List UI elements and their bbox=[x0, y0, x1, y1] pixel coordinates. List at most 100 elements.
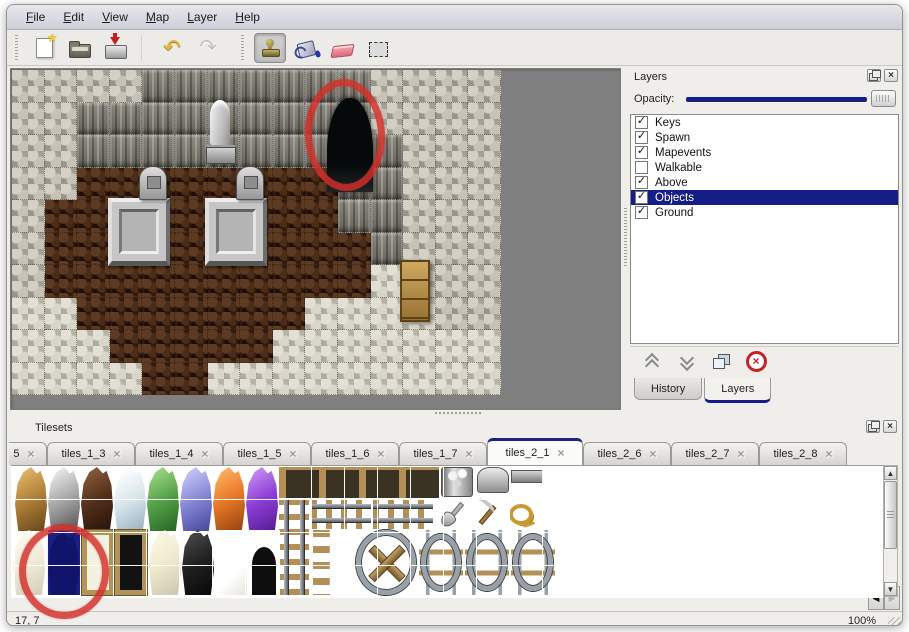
map-tile[interactable] bbox=[371, 233, 404, 266]
tileset-tab-tiles_1_7[interactable]: tiles_1_7× bbox=[399, 442, 487, 465]
map-tile[interactable] bbox=[110, 135, 143, 168]
fill-button[interactable] bbox=[290, 33, 322, 63]
map-tile[interactable] bbox=[436, 168, 469, 201]
tileset-tile-dark-brown-rock[interactable] bbox=[81, 467, 113, 531]
map-tile[interactable] bbox=[77, 70, 110, 103]
map-tile[interactable] bbox=[110, 70, 143, 103]
map-tile[interactable] bbox=[403, 135, 436, 168]
map-tile[interactable] bbox=[45, 233, 78, 266]
menu-edit[interactable]: Edit bbox=[54, 7, 93, 27]
tileset-tile-skull-pillar[interactable] bbox=[441, 467, 473, 497]
layer-row-mapevents[interactable]: Mapevents bbox=[631, 145, 898, 160]
tileset-tile-green-crystal[interactable] bbox=[147, 467, 179, 531]
map-tile[interactable] bbox=[175, 168, 208, 201]
map-tile[interactable] bbox=[45, 135, 78, 168]
map-tile[interactable] bbox=[12, 265, 45, 298]
tileset-tab-tiles_1_5[interactable]: tiles_1_5× bbox=[223, 442, 311, 465]
scroll-up-button[interactable]: ▲ bbox=[884, 466, 897, 480]
dock-tab-history[interactable]: History bbox=[634, 378, 702, 400]
tileset-tab-tiles_1_6[interactable]: tiles_1_6× bbox=[311, 442, 399, 465]
layer-row-above[interactable]: Above bbox=[631, 175, 898, 190]
map-tile[interactable] bbox=[45, 200, 78, 233]
map-tile[interactable] bbox=[77, 330, 110, 363]
tileset-tile-rail-ties[interactable] bbox=[313, 530, 353, 595]
tab-close-icon[interactable]: × bbox=[202, 447, 209, 461]
map-tile[interactable] bbox=[12, 200, 45, 233]
delete-layer-button[interactable] bbox=[743, 350, 769, 374]
map-tile[interactable] bbox=[240, 265, 273, 298]
tileset-tile-rail-loop[interactable] bbox=[511, 530, 555, 595]
tab-close-icon[interactable]: × bbox=[558, 446, 565, 460]
map-tile[interactable] bbox=[240, 363, 273, 396]
tileset-tile-gray-rock[interactable] bbox=[48, 467, 80, 531]
map-tile[interactable] bbox=[436, 363, 469, 396]
map-tile[interactable] bbox=[175, 265, 208, 298]
map-tile[interactable] bbox=[468, 298, 501, 331]
float-panel-button[interactable] bbox=[867, 69, 881, 82]
tileset-tile-cart-wheel[interactable] bbox=[356, 530, 416, 595]
map-tile[interactable] bbox=[77, 103, 110, 136]
tileset-tab-tiles_1_3[interactable]: tiles_1_3× bbox=[47, 442, 135, 465]
opacity-slider-track[interactable] bbox=[686, 97, 867, 102]
map-tile[interactable] bbox=[45, 70, 78, 103]
map-tile[interactable] bbox=[142, 330, 175, 363]
tab-close-icon[interactable]: × bbox=[650, 447, 657, 461]
map-tile[interactable] bbox=[371, 70, 404, 103]
map-tile[interactable] bbox=[371, 200, 404, 233]
map-tile[interactable] bbox=[338, 298, 371, 331]
map-tile[interactable] bbox=[468, 168, 501, 201]
map-tile[interactable] bbox=[12, 330, 45, 363]
map-tile[interactable] bbox=[371, 363, 404, 396]
layer-row-objects[interactable]: Objects bbox=[631, 190, 898, 205]
tileset-tile-rope-coil[interactable] bbox=[505, 500, 537, 529]
tileset-tab-tiles_2_1[interactable]: tiles_2_1× bbox=[487, 438, 583, 465]
map-tile[interactable] bbox=[436, 200, 469, 233]
map-tile[interactable] bbox=[338, 330, 371, 363]
map-tile[interactable] bbox=[240, 135, 273, 168]
tileset-tab-tiles_2_8[interactable]: tiles_2_8× bbox=[759, 442, 847, 465]
map-tile[interactable] bbox=[77, 363, 110, 396]
map-tile[interactable] bbox=[208, 363, 241, 396]
map-tile[interactable] bbox=[175, 135, 208, 168]
duplicate-layer-button[interactable] bbox=[708, 350, 734, 374]
map-tile[interactable] bbox=[468, 363, 501, 396]
menu-help[interactable]: Help bbox=[226, 7, 269, 27]
map-tile[interactable] bbox=[142, 298, 175, 331]
map-tile[interactable] bbox=[305, 200, 338, 233]
map-tile[interactable] bbox=[175, 330, 208, 363]
tileset-tab-tiles_2_6[interactable]: tiles_2_6× bbox=[583, 442, 671, 465]
map-tile[interactable] bbox=[12, 103, 45, 136]
tileset-tile-stone-beam[interactable] bbox=[511, 470, 543, 483]
scrollbar-thumb[interactable] bbox=[884, 481, 897, 549]
scroll-down-button[interactable]: ▼ bbox=[884, 582, 897, 596]
redo-button[interactable] bbox=[192, 33, 224, 63]
layer-visibility-checkbox[interactable] bbox=[635, 146, 648, 159]
horizontal-splitter[interactable] bbox=[435, 410, 483, 415]
select-button[interactable] bbox=[362, 33, 394, 63]
tileset-tile-rail-loop[interactable] bbox=[419, 530, 463, 595]
tab-close-icon[interactable]: × bbox=[826, 447, 833, 461]
map-tile[interactable] bbox=[338, 363, 371, 396]
map-tile[interactable] bbox=[305, 233, 338, 266]
map-tile[interactable] bbox=[305, 298, 338, 331]
tileset-tile-orange-crystal[interactable] bbox=[213, 467, 245, 531]
lower-layer-button[interactable] bbox=[673, 350, 699, 374]
layer-visibility-checkbox[interactable] bbox=[635, 176, 648, 189]
map-tile[interactable] bbox=[12, 363, 45, 396]
map-tile[interactable] bbox=[403, 103, 436, 136]
map-tile[interactable] bbox=[338, 233, 371, 266]
map-tile[interactable] bbox=[273, 200, 306, 233]
map-tile[interactable] bbox=[77, 233, 110, 266]
tileset-tile-horizontal-rail[interactable] bbox=[373, 499, 433, 529]
map-tile[interactable] bbox=[371, 298, 404, 331]
map-tile[interactable] bbox=[273, 233, 306, 266]
map-tile[interactable] bbox=[77, 298, 110, 331]
map-tile[interactable] bbox=[436, 298, 469, 331]
menu-file[interactable]: File bbox=[17, 7, 54, 27]
tileset-tile-pillar-cap[interactable] bbox=[477, 467, 509, 493]
tileset-tile-shovel[interactable] bbox=[439, 500, 469, 529]
map-tile[interactable] bbox=[468, 200, 501, 233]
map-tile[interactable] bbox=[305, 363, 338, 396]
map-tile[interactable] bbox=[110, 103, 143, 136]
map-tile[interactable] bbox=[45, 265, 78, 298]
